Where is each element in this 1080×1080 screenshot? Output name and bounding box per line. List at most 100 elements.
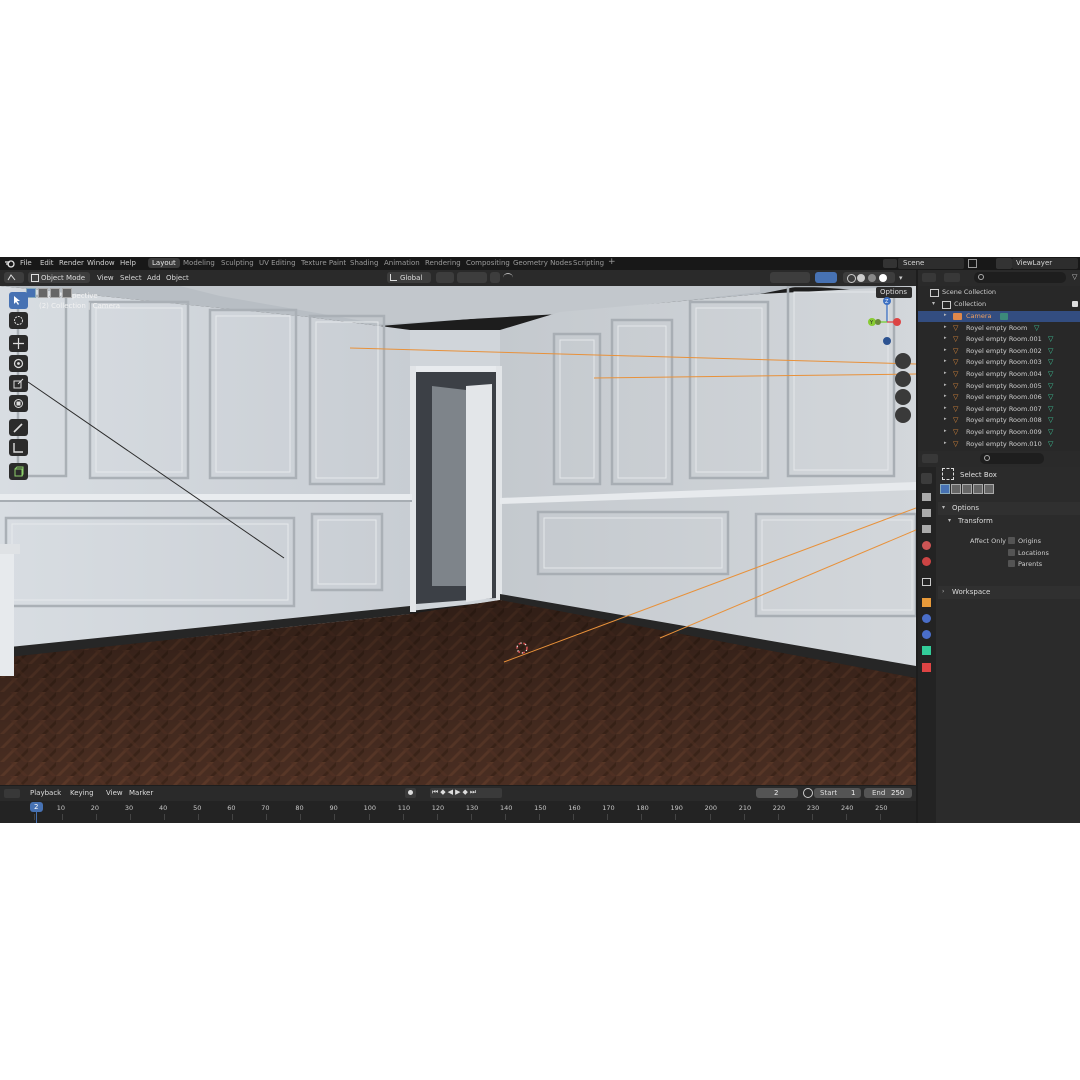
camera-view-icon[interactable] xyxy=(895,389,911,405)
visibility-button[interactable] xyxy=(770,272,810,283)
menu-timeline-view[interactable]: View xyxy=(106,789,123,797)
scale-tool[interactable] xyxy=(9,375,28,392)
filter-icon[interactable]: ▽ xyxy=(1072,273,1077,281)
outliner-item-mesh[interactable]: ▸ ▽ Royel empty Room.007 ▽ xyxy=(918,404,1080,415)
outliner-item-mesh[interactable]: ▸ ▽ Royel empty Room.003 ▽ xyxy=(918,357,1080,368)
stopwatch-icon[interactable] xyxy=(803,788,813,798)
outliner-item-mesh[interactable]: ▸ ▽ Royel empty Room.004 ▽ xyxy=(918,369,1080,380)
add-cube-tool[interactable] xyxy=(9,463,28,480)
expand-arrow-icon[interactable]: ▸ xyxy=(944,382,947,388)
tab-shading[interactable]: Shading xyxy=(350,259,378,267)
mesh-data-icon[interactable]: ▽ xyxy=(1048,370,1053,378)
tab-uv-editing[interactable]: UV Editing xyxy=(259,259,296,267)
expand-arrow-icon[interactable]: ▸ xyxy=(944,416,947,422)
scene-tab-icon[interactable] xyxy=(922,541,931,550)
zoom-icon[interactable] xyxy=(895,353,911,369)
end-frame-field[interactable]: End 250 xyxy=(864,788,912,798)
snap-button[interactable] xyxy=(457,272,487,283)
tab-animation[interactable]: Animation xyxy=(384,259,420,267)
texture-tab-icon[interactable] xyxy=(922,663,931,672)
menu-view[interactable]: View xyxy=(97,274,114,282)
output-tab-icon[interactable] xyxy=(922,509,931,517)
expand-arrow-icon[interactable]: ▸ xyxy=(944,335,947,341)
outliner-item-mesh[interactable]: ▸ ▽ Royel empty Room.009 ▽ xyxy=(918,427,1080,438)
pan-hand-icon[interactable] xyxy=(895,371,911,387)
mode-extend-icon[interactable] xyxy=(951,484,961,494)
menu-file[interactable]: File xyxy=(20,259,32,267)
menu-add[interactable]: Add xyxy=(147,274,161,282)
select-box-tool[interactable] xyxy=(9,292,28,309)
menu-help[interactable]: Help xyxy=(120,259,136,267)
mesh-data-icon[interactable]: ▽ xyxy=(1048,440,1053,448)
expand-arrow-icon[interactable]: ▸ xyxy=(944,405,947,411)
menu-edit[interactable]: Edit xyxy=(40,259,54,267)
tab-texture-paint[interactable]: Texture Paint xyxy=(301,259,346,267)
display-mode-icon[interactable] xyxy=(944,273,960,282)
shading-buttons[interactable] xyxy=(843,272,895,283)
playback-controls[interactable]: ⏮◆◀▶◆⏭ xyxy=(430,788,502,798)
outliner-item-mesh[interactable]: ▸ ▽ Royel empty Room.002 ▽ xyxy=(918,346,1080,357)
menu-select[interactable]: Select xyxy=(120,274,142,282)
expand-arrow-icon[interactable]: ▸ xyxy=(944,428,947,434)
expand-arrow-icon[interactable]: ▸ xyxy=(944,324,947,330)
checkbox-locations[interactable] xyxy=(1008,548,1015,556)
blender-logo-icon[interactable] xyxy=(5,259,15,270)
outliner-collection[interactable]: ▾ Collection xyxy=(918,299,1080,310)
expand-arrow-icon[interactable]: ▸ xyxy=(944,440,947,446)
tab-rendering[interactable]: Rendering xyxy=(425,259,461,267)
properties-editor-icon[interactable] xyxy=(922,454,938,463)
scene-selector[interactable]: Scene xyxy=(898,258,964,269)
record-button[interactable] xyxy=(405,788,416,798)
menu-marker[interactable]: Marker xyxy=(129,789,153,797)
mesh-data-icon[interactable]: ▽ xyxy=(1034,324,1039,332)
checkbox-origins[interactable] xyxy=(1008,537,1015,544)
mesh-data-icon[interactable]: ▽ xyxy=(1048,405,1053,413)
mode-intersect-icon[interactable] xyxy=(984,484,994,494)
mesh-data-icon[interactable]: ▽ xyxy=(1048,416,1053,424)
expand-arrow-icon[interactable]: ▸ xyxy=(944,393,947,399)
select-invert-icon[interactable] xyxy=(62,288,72,298)
rotate-tool[interactable] xyxy=(9,355,28,372)
add-workspace-button[interactable]: + xyxy=(608,257,616,267)
frame-ruler[interactable]: 10 20 30 40 50 60 70 80 90 100 110 120 130 140 150 160 1… xyxy=(0,801,916,823)
rendered-shading-icon[interactable] xyxy=(879,274,887,282)
expand-arrow-icon[interactable]: ▸ xyxy=(944,347,947,353)
tool-mode-buttons[interactable] xyxy=(940,484,996,494)
proportional-edit-button[interactable] xyxy=(490,272,500,283)
3d-viewport[interactable]: User Perspective (2) Collection | Camera… xyxy=(0,286,916,785)
navigation-gizmo[interactable]: Z Y xyxy=(862,294,912,350)
outliner-item-mesh[interactable]: ▸ ▽ Royel empty Room.010 ▽ xyxy=(918,439,1080,450)
options-panel-header[interactable]: ▾ Options xyxy=(938,502,1080,515)
start-frame-field[interactable]: Start 1 xyxy=(814,788,861,798)
outliner-scene-collection[interactable]: Scene Collection xyxy=(918,287,1080,298)
properties-search-input[interactable] xyxy=(980,453,1044,464)
mode-invert-icon[interactable] xyxy=(973,484,983,494)
wireframe-shading-icon[interactable] xyxy=(847,274,856,283)
outliner-item-mesh[interactable]: ▸ ▽ Royel empty Room.006 ▽ xyxy=(918,392,1080,403)
expand-chevron-icon[interactable]: ▾ xyxy=(932,300,935,307)
shading-dropdown-icon[interactable]: ▾ xyxy=(899,274,903,282)
outliner-search-input[interactable] xyxy=(974,272,1066,283)
select-mode-buttons[interactable] xyxy=(26,288,80,298)
object-tab-icon[interactable] xyxy=(922,598,931,607)
camera-data-icon[interactable] xyxy=(1000,313,1008,320)
expand-arrow-icon[interactable]: ▸ xyxy=(944,312,947,318)
modifier-tab-icon[interactable] xyxy=(922,614,931,623)
tab-modeling[interactable]: Modeling xyxy=(183,259,215,267)
render-tab-icon[interactable] xyxy=(922,493,931,501)
editor-type-button[interactable] xyxy=(4,272,24,283)
mode-new-icon[interactable] xyxy=(940,484,950,494)
falloff-icon[interactable] xyxy=(503,273,513,282)
new-scene-icon[interactable] xyxy=(968,259,977,268)
outliner-item-camera[interactable]: ▸ Camera xyxy=(918,311,1080,322)
collection-tab-icon[interactable] xyxy=(922,578,931,586)
mesh-data-icon[interactable]: ▽ xyxy=(1048,347,1053,355)
checkbox-parents[interactable] xyxy=(1008,560,1015,568)
outliner-editor-icon[interactable] xyxy=(922,273,936,282)
perspective-grid-icon[interactable] xyxy=(895,407,911,423)
physics-tab-icon[interactable] xyxy=(922,630,931,639)
overlays-button[interactable] xyxy=(815,272,837,283)
timeline-editor-icon[interactable] xyxy=(4,789,20,798)
select-extend-icon[interactable] xyxy=(38,288,48,298)
view-layer-tab-icon[interactable] xyxy=(922,525,931,533)
